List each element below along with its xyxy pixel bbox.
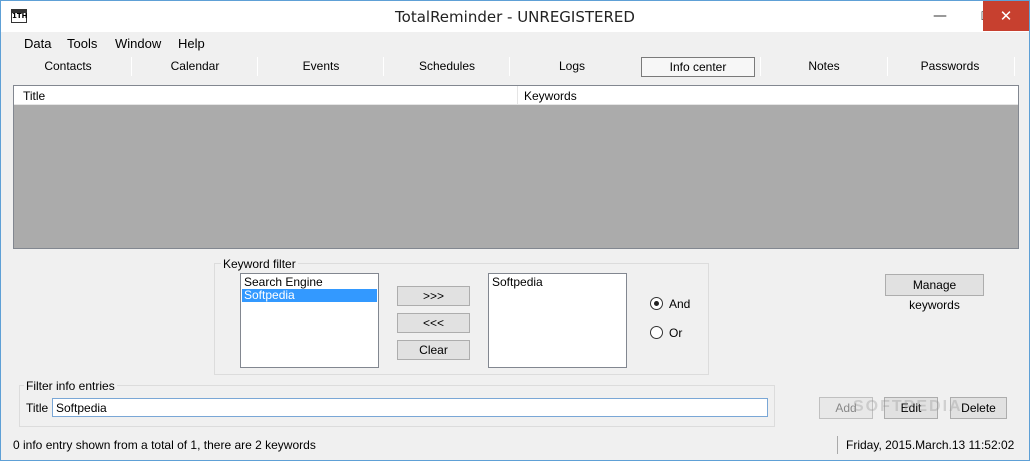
info-entries-grid[interactable]: Title Keywords	[13, 85, 1019, 249]
and-radio-label[interactable]: And	[669, 297, 690, 311]
tab-contacts[interactable]: Contacts	[5, 55, 131, 77]
tab-info-center[interactable]: Info center	[641, 57, 755, 77]
tab-calendar[interactable]: Calendar	[132, 55, 258, 77]
menu-tools[interactable]: Tools	[67, 36, 97, 51]
or-radio-label[interactable]: Or	[669, 326, 682, 340]
grid-header: Title Keywords	[14, 86, 1018, 105]
menu-window[interactable]: Window	[115, 36, 161, 51]
keyword-filter-label: Keyword filter	[221, 257, 298, 271]
status-datetime: Friday, 2015.March.13 11:52:02	[846, 438, 1015, 452]
column-title[interactable]: Title	[23, 89, 45, 103]
status-divider	[837, 436, 838, 454]
menu-help[interactable]: Help	[178, 36, 205, 51]
manage-keywords-button[interactable]: Manage keywords	[885, 274, 984, 312]
title-field-label: Title	[26, 401, 49, 415]
title-bar[interactable]: 1TH TotalReminder - UNREGISTERED — ☐ ✕	[1, 1, 1029, 32]
add-button[interactable]: Add	[819, 397, 873, 419]
clear-button[interactable]: Clear	[397, 340, 470, 360]
menu-bar: Data Tools Window Help	[1, 32, 1029, 54]
status-bar: 0 info entry shown from a total of 1, th…	[1, 432, 1029, 460]
available-keywords-list[interactable]: Search Engine Softpedia	[240, 273, 379, 368]
tab-logs[interactable]: Logs	[510, 55, 634, 77]
tab-schedules[interactable]: Schedules	[384, 55, 510, 77]
delete-button[interactable]: Delete	[950, 397, 1007, 419]
menu-data[interactable]: Data	[24, 36, 51, 51]
window-title: TotalReminder - UNREGISTERED	[395, 8, 635, 26]
close-icon[interactable]: ✕	[983, 1, 1029, 31]
minimize-icon[interactable]: —	[917, 1, 963, 31]
tab-bar: Contacts Calendar Events Schedules Logs …	[1, 55, 1029, 79]
column-keywords[interactable]: Keywords	[524, 89, 577, 103]
selected-keywords-list[interactable]: Softpedia	[488, 273, 627, 368]
list-item[interactable]: Softpedia	[490, 276, 625, 289]
tab-divider	[1014, 57, 1015, 76]
and-radio[interactable]	[650, 297, 663, 310]
add-keyword-button[interactable]: >>>	[397, 286, 470, 306]
remove-keyword-button[interactable]: <<<	[397, 313, 470, 333]
column-divider[interactable]	[517, 86, 518, 104]
app-window: 1TH TotalReminder - UNREGISTERED — ☐ ✕ D…	[0, 0, 1030, 461]
filter-entries-label: Filter info entries	[24, 379, 117, 393]
list-item[interactable]: Softpedia	[242, 289, 377, 302]
tab-notes[interactable]: Notes	[761, 55, 887, 77]
or-radio[interactable]	[650, 326, 663, 339]
edit-button[interactable]: Edit	[884, 397, 938, 419]
status-summary: 0 info entry shown from a total of 1, th…	[13, 438, 316, 452]
tab-passwords[interactable]: Passwords	[888, 55, 1012, 77]
title-filter-input[interactable]	[52, 398, 768, 417]
tab-events[interactable]: Events	[258, 55, 384, 77]
